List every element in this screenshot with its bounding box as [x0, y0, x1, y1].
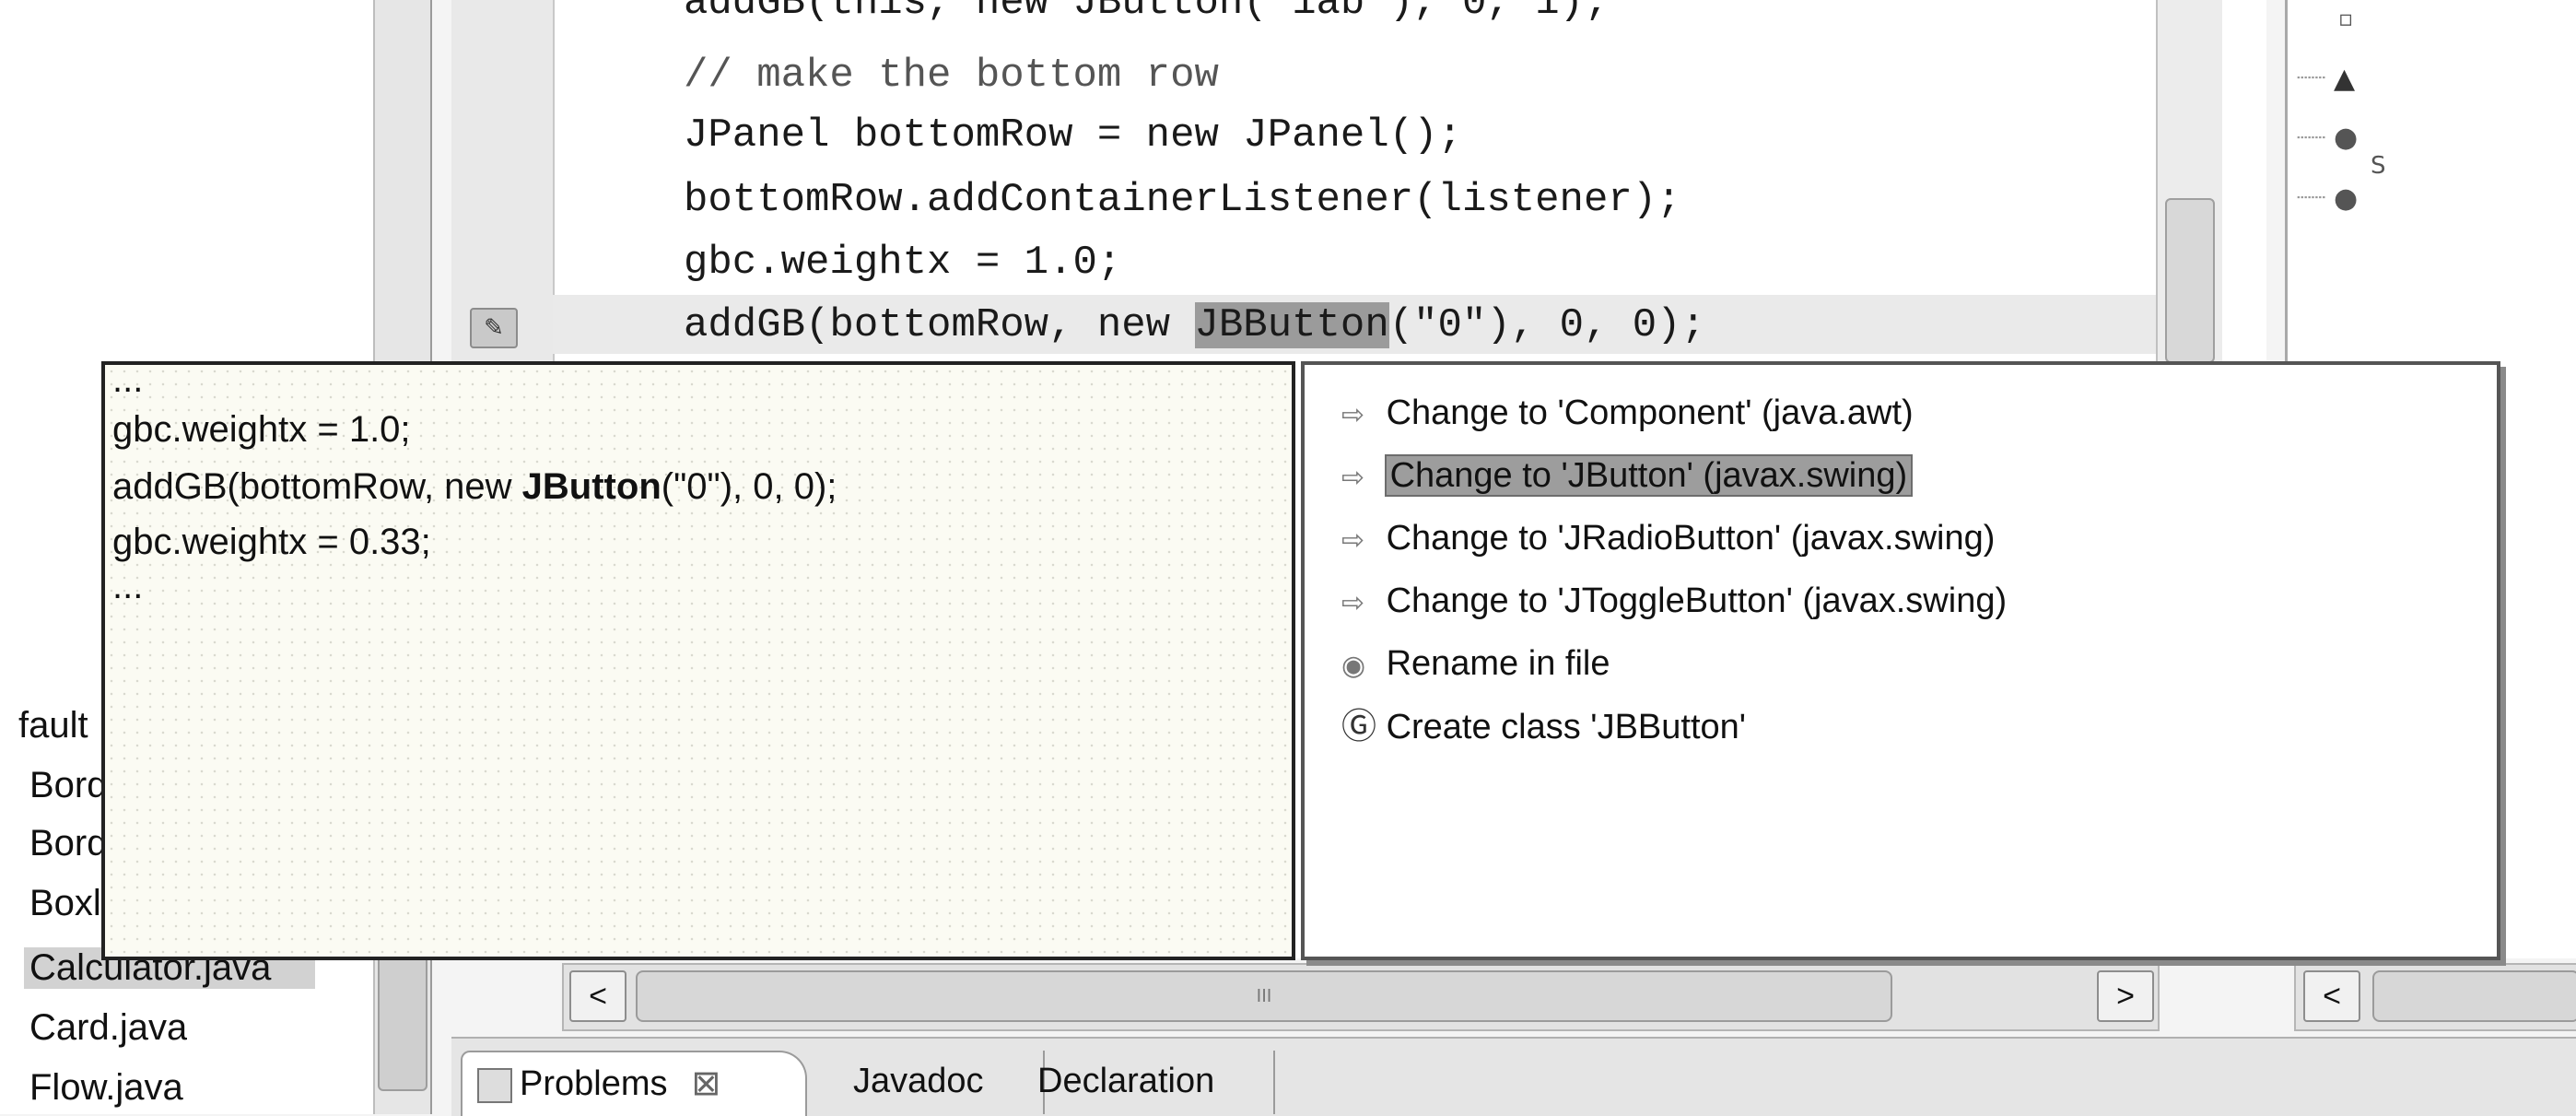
- editor-vscroll-thumb[interactable]: [2165, 198, 2215, 363]
- proposal-label: Create class 'JBButton': [1386, 708, 1747, 746]
- tree-item[interactable]: Card.java: [29, 1007, 187, 1049]
- tab-problems[interactable]: Problems ⊠: [461, 1051, 807, 1116]
- outline-node-icon[interactable]: ▫: [2338, 6, 2353, 31]
- tab-label: Javadoc: [853, 1062, 984, 1100]
- quickfix-lightbulb-icon[interactable]: ✎: [470, 308, 518, 348]
- quickfix-preview-popup: ... gbc.weightx = 1.0; addGB(bottomRow, …: [101, 359, 1295, 960]
- scroll-left-arrow-icon[interactable]: <: [569, 970, 626, 1022]
- code-line: JPanel bottomRow = new JPanel();: [684, 112, 1462, 159]
- tree-item[interactable]: Bord: [29, 823, 101, 864]
- problems-icon: [477, 1067, 512, 1103]
- preview-line: ...: [112, 566, 144, 606]
- tab-declaration[interactable]: Declaration: [1023, 1051, 1275, 1114]
- proposal-item[interactable]: Ⓖ Create class 'JBButton': [1341, 699, 1746, 754]
- code-line: bottomRow.addContainerListener(listener)…: [684, 177, 1681, 223]
- rename-arrow-icon: ⇨: [1341, 399, 1365, 431]
- proposal-label: Change to 'Component' (java.awt): [1386, 394, 1914, 432]
- proposal-label: Change to 'JButton' (javax.swing): [1384, 454, 1914, 497]
- rename-arrow-icon: ⇨: [1341, 587, 1365, 619]
- class-icon: Ⓖ: [1341, 706, 1377, 746]
- tab-label: Declaration: [1037, 1062, 1215, 1100]
- code-text: addGB(bottomRow, new: [684, 302, 1195, 348]
- proposal-item[interactable]: ⇨ Change to 'JToggleButton' (javax.swing…: [1341, 573, 2007, 628]
- tab-javadoc[interactable]: Javadoc: [838, 1051, 1045, 1114]
- outline-label: S: [2371, 152, 2386, 180]
- tab-label: Problems: [520, 1064, 668, 1103]
- proposal-label: Rename in file: [1386, 644, 1610, 683]
- outline-field-icon[interactable]: ▲: [2334, 63, 2355, 95]
- tree-item[interactable]: Boxl: [29, 883, 101, 924]
- close-tab-icon[interactable]: ⊠: [692, 1063, 721, 1103]
- code-comment: // make the bottom row: [684, 53, 1219, 99]
- code-text: ("0"), 0, 0);: [1388, 302, 1705, 348]
- outline-hscroll-thumb[interactable]: [2372, 970, 2576, 1022]
- rename-arrow-icon: ⇨: [1341, 524, 1365, 557]
- proposal-label: Change to 'JRadioButton' (javax.swing): [1386, 519, 1996, 558]
- scroll-right-arrow-icon[interactable]: >: [2097, 970, 2154, 1022]
- proposal-item[interactable]: ⇨ Change to 'Component' (java.awt): [1341, 385, 1914, 441]
- proposal-item-selected[interactable]: ⇨ Change to 'JButton' (javax.swing): [1341, 448, 1914, 503]
- code-line-error: addGB(bottomRow, new JBButton("0"), 0, 0…: [684, 302, 1705, 348]
- tree-item[interactable]: Flow.java: [29, 1067, 183, 1109]
- tree-connector: ┈┈: [2297, 184, 2326, 212]
- dot-icon: ◉: [1341, 650, 1366, 682]
- preview-text: addGB(bottomRow, new: [112, 466, 522, 507]
- proposal-item[interactable]: ⇨ Change to 'JRadioButton' (javax.swing): [1341, 511, 1995, 566]
- explorer-scroll-thumb[interactable]: [378, 940, 427, 1091]
- error-highlight[interactable]: JBButton: [1194, 302, 1389, 348]
- preview-line: gbc.weightx = 1.0;: [112, 409, 411, 450]
- outline-method-icon[interactable]: ●: [2334, 122, 2358, 154]
- preview-text: ("0"), 0, 0);: [661, 466, 837, 507]
- tree-item[interactable]: fault: [18, 705, 101, 746]
- tree-connector: ┈┈: [2297, 124, 2326, 152]
- tree-item[interactable]: Bord: [29, 765, 101, 806]
- tree-connector: ┈┈: [2297, 65, 2326, 92]
- proposal-label: Change to 'JToggleButton' (javax.swing): [1386, 581, 2008, 620]
- scroll-left-arrow-icon[interactable]: <: [2303, 970, 2360, 1022]
- code-line: gbc.weightx = 1.0;: [684, 240, 1122, 286]
- outline-method-icon[interactable]: ●: [2334, 182, 2358, 215]
- preview-line: gbc.weightx = 0.33;: [112, 522, 431, 562]
- code-line: addGB(this, new JButton("1ab"), 0, 1);: [684, 0, 1609, 26]
- rename-arrow-icon: ⇨: [1341, 462, 1365, 494]
- proposal-item[interactable]: ◉ Rename in file: [1341, 636, 1610, 691]
- preview-line: addGB(bottomRow, new JButton("0"), 0, 0)…: [112, 466, 837, 508]
- preview-line: ...: [112, 359, 144, 400]
- preview-bold-text: JButton: [521, 466, 662, 507]
- quickfix-proposals-list: ⇨ Change to 'Component' (java.awt) ⇨ Cha…: [1301, 361, 2500, 960]
- hscroll-thumb[interactable]: III: [636, 970, 1892, 1022]
